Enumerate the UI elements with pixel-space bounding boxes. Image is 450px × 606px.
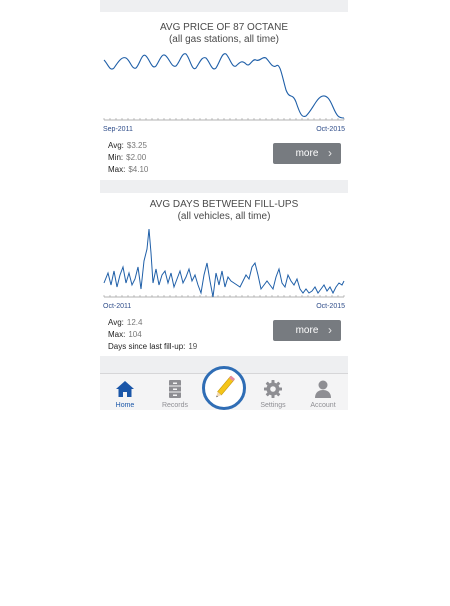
tab-account-label: Account [310, 402, 336, 409]
person-icon [315, 380, 331, 398]
file-cabinet-icon [169, 380, 181, 398]
gas-stat-avg: Avg: $3.25 [108, 140, 147, 151]
days-more-button[interactable]: more › [273, 320, 341, 341]
days-stat-avg-label: Avg: [108, 318, 124, 327]
app-screen: AVG PRICE OF 87 OCTANE (all gas stations… [100, 0, 348, 410]
tab-home[interactable]: Home [100, 374, 150, 410]
chevron-right-icon: › [328, 146, 332, 160]
fillup-days-line [103, 228, 345, 298]
pencil-icon [216, 375, 235, 398]
tab-settings[interactable]: Settings [248, 374, 298, 410]
tab-records-label: Records [161, 402, 189, 409]
chevron-right-icon: › [328, 323, 332, 337]
gas-stat-min-label: Min: [108, 153, 124, 162]
gas-price-line [103, 53, 345, 119]
days-stat-avg-value: 12.4 [126, 318, 143, 327]
gas-x-start-label: Sep-2011 [103, 126, 133, 133]
tab-records[interactable]: Records [150, 374, 200, 410]
days-stat-max: Max: 104 [108, 329, 142, 340]
days-x-end-label: Oct-2015 [316, 303, 345, 310]
gas-stat-min-value: $2.00 [126, 153, 147, 162]
days-stat-avg: Avg: 12.4 [108, 317, 142, 328]
gas-stat-max-value: $4.10 [128, 165, 149, 174]
gas-stat-avg-label: Avg: [108, 141, 124, 150]
fillup-days-card: AVG DAYS BETWEEN FILL-UPS (all vehicles,… [100, 193, 348, 356]
tab-account[interactable]: Account [298, 374, 348, 410]
gas-chart-ticks [103, 118, 345, 120]
days-x-start-label: Oct-2011 [103, 303, 132, 310]
gas-stat-avg-value: $3.25 [126, 141, 147, 150]
gas-more-label: more [295, 148, 319, 159]
days-chart-ticks [103, 295, 345, 297]
days-stat-max-label: Max: [108, 330, 126, 339]
days-stat-since-last: Days since last fill-up: 19 [108, 341, 197, 352]
gas-stat-min: Min: $2.00 [108, 152, 146, 163]
home-icon [116, 381, 134, 397]
days-stat-max-value: 104 [128, 330, 142, 339]
gear-icon [264, 380, 282, 398]
days-stat-since-value: 19 [188, 342, 198, 351]
gas-x-end-label: Oct-2015 [316, 126, 345, 133]
days-card-subtitle: (all vehicles, all time) [177, 211, 271, 222]
days-more-label: more [295, 325, 319, 336]
gas-more-button[interactable]: more › [273, 143, 341, 164]
gas-price-card: AVG PRICE OF 87 OCTANE (all gas stations… [100, 12, 348, 180]
gas-card-title: AVG PRICE OF 87 OCTANE [160, 22, 288, 33]
gas-stat-max-label: Max: [108, 165, 126, 174]
fillup-days-chart [103, 228, 345, 298]
gas-stat-max: Max: $4.10 [108, 164, 148, 175]
tab-home-label: Home [115, 402, 135, 409]
gas-card-subtitle: (all gas stations, all time) [168, 34, 280, 45]
tab-settings-label: Settings [260, 402, 286, 409]
days-card-title: AVG DAYS BETWEEN FILL-UPS [149, 199, 299, 210]
gas-price-chart [103, 53, 345, 121]
days-stat-since-label: Days since last fill-up: [108, 342, 186, 351]
add-record-button[interactable] [202, 366, 246, 410]
